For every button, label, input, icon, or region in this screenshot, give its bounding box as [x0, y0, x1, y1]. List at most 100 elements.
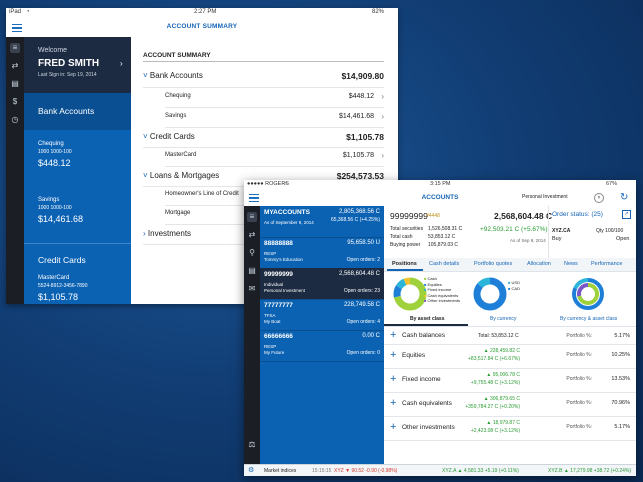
search-icon[interactable]: ⚲ — [247, 248, 257, 258]
holding-row-cash-equivalents[interactable]: + Cash equivalents ▲ 306,879.65 C +359,7… — [384, 393, 636, 417]
bank-accounts-group[interactable]: ˅ Bank Accounts $14,909.80 — [143, 65, 384, 88]
tab-allocation[interactable]: Allocation — [527, 261, 551, 267]
account-row[interactable]: 88888888 95,658.50 U RESP Tommy's Educat… — [260, 237, 384, 269]
chevron-right-icon: › — [381, 151, 384, 160]
tab-cash-details[interactable]: Cash details — [429, 261, 459, 267]
scales-icon[interactable]: ⚖ — [247, 440, 257, 450]
group-label: Credit Cards — [149, 132, 195, 141]
market-value: ▲ 306,879.65 C — [483, 396, 520, 402]
tab-performance[interactable]: Performance — [591, 261, 623, 267]
legend-item: Other investments — [427, 298, 461, 303]
chequing-row[interactable]: Chequing $448.12 › — [165, 88, 384, 108]
as-of-date: As of Sep 9, 2014 — [510, 238, 546, 243]
market-value: ▲ 228,459.82 C — [483, 348, 520, 354]
tab-news[interactable]: News — [564, 261, 578, 267]
chevron-right-icon: › — [381, 92, 384, 101]
holding-row-other-investments[interactable]: + Other investments ▲ 18,979.87 C +2,423… — [384, 417, 636, 441]
account-row[interactable]: 66666666 0.00 C RESP My Future Open orde… — [260, 330, 384, 362]
accounts-icon[interactable]: ≡ — [247, 212, 257, 222]
group-total: $1,105.78 — [346, 132, 384, 142]
value-change: +83,517.84 C (+6.67%) — [468, 356, 520, 362]
selected-chart-indicator — [384, 324, 468, 326]
legend-item: CAD — [511, 285, 520, 291]
status-bar: iPad ◔ 2:27 PM 82% — [6, 8, 398, 18]
row-amount: $14,461.68 — [338, 113, 374, 120]
expand-plus-icon[interactable]: + — [390, 397, 396, 409]
account-number: 88888888 — [264, 240, 293, 247]
chart-icon[interactable]: ▤ — [10, 79, 20, 89]
expand-plus-icon[interactable]: + — [390, 329, 396, 341]
nav-bar: ACCOUNTS Personal Investment ˅ ↻ — [244, 189, 636, 207]
mail-icon[interactable]: ✉ — [247, 284, 257, 294]
expand-icon[interactable]: ↗ — [622, 210, 631, 219]
by-asset-label[interactable]: By asset class — [410, 316, 444, 322]
holding-row-equities[interactable]: + Equities ▲ 228,459.82 C +83,517.84 C (… — [384, 345, 636, 369]
mastercard-number: 5524-8912-3456-7890 — [38, 283, 88, 289]
account-nickname: My Boat — [264, 319, 281, 324]
portfolio-pct: 10.25% — [611, 352, 630, 358]
account-sub: As of September 9, 2014 — [264, 220, 314, 225]
mastercard-row[interactable]: MasterCard $1,105.78 › — [165, 147, 384, 167]
chevron-down-icon: ˅ — [594, 193, 604, 203]
menu-item-bank-accounts[interactable]: Bank Accounts — [24, 93, 131, 130]
tab-positions[interactable]: Positions — [392, 261, 417, 267]
refresh-icon[interactable]: ↻ — [620, 192, 628, 203]
group-label: Loans & Mortgages — [149, 171, 220, 180]
clock-icon[interactable]: ◷ — [10, 115, 20, 125]
legend-item: Cash equivalents — [427, 292, 459, 298]
currency-asset-donut[interactable] — [570, 276, 606, 312]
expand-plus-icon[interactable]: + — [390, 373, 396, 385]
savings-row[interactable]: Savings $14,461.68 › — [165, 108, 384, 128]
mastercard-label: MasterCard — [38, 275, 70, 281]
portfolio-pct: 13.53% — [611, 376, 630, 382]
asset-legend: ■ Cash ■ Equities ■ Fixed income ■ Cash … — [424, 276, 461, 303]
chart-icon[interactable]: ▤ — [247, 266, 257, 276]
chevron-right-icon: › — [381, 112, 384, 121]
account-type: Individual — [264, 282, 284, 287]
cash-balances-row[interactable]: + Cash balances Total: 53,853.12 C Portf… — [384, 328, 636, 345]
transfer-icon[interactable]: ⇄ — [247, 230, 257, 240]
account-nickname: My Future — [264, 350, 285, 355]
order-state: Open — [616, 236, 630, 242]
by-currency-label[interactable]: By currency — [490, 316, 516, 322]
clock: 3:15 PM — [430, 181, 451, 187]
user-name: FRED SMITH — [38, 58, 100, 69]
legend-item: Cash — [427, 276, 437, 281]
welcome-panel[interactable]: Welcome FRED SMITH Last Sign in: Sep 19,… — [24, 37, 131, 93]
holding-row-fixed-income[interactable]: + Fixed income ▲ 95,006.78 C +9,755.48 C… — [384, 369, 636, 393]
tab-portfolio-quotes[interactable]: Portfolio quotes — [474, 261, 512, 267]
row-label: Fixed income — [402, 376, 441, 383]
portfolio-pct: 5.17% — [614, 424, 630, 430]
accounts-icon[interactable]: ≡ — [10, 43, 20, 53]
pay-bills-icon[interactable]: $ — [10, 97, 20, 107]
expand-plus-icon[interactable]: + — [390, 421, 396, 433]
portfolio-pct-label: Portfolio %: — [566, 376, 592, 382]
credit-cards-group[interactable]: ˅ Credit Cards $1,105.78 — [143, 127, 384, 148]
chevron-down-icon: ˅ — [143, 71, 148, 80]
order-side: Buy — [552, 236, 562, 242]
menu-item-credit-cards[interactable]: Credit Cards — [38, 255, 86, 265]
transfer-icon[interactable]: ⇄ — [10, 61, 20, 71]
account-value: 0.00 C — [362, 333, 380, 339]
menu-item-label: Bank Accounts — [38, 106, 95, 116]
investment-select[interactable]: Personal Investment ˅ — [522, 193, 610, 203]
account-row[interactable]: 77777777 228,749.58 C TFSA My Boat Open … — [260, 299, 384, 331]
order-status-link[interactable]: Order status: (25) — [552, 211, 603, 218]
expand-plus-icon[interactable]: + — [390, 349, 396, 361]
account-row[interactable]: MYACCOUNTS 2,805,368.56 C As of Septembe… — [260, 206, 384, 238]
asset-class-donut[interactable] — [392, 276, 428, 312]
chequing-balance: $448.12 — [38, 158, 71, 168]
select-value: Personal Investment — [522, 194, 568, 200]
gear-icon[interactable]: ⚙ — [248, 466, 254, 474]
open-orders: Open orders: 2 — [346, 257, 380, 263]
savings-label: Savings — [38, 197, 60, 203]
ticker-label[interactable]: Market indices — [264, 468, 296, 474]
chevron-right-icon: › — [143, 229, 146, 238]
status-bar: ●●●●● ROGERS ◔ 3:15 PM 67% — [244, 180, 636, 189]
account-row-selected[interactable]: 99999999 2,568,604.48 C Individual Perso… — [260, 268, 384, 300]
icon-rail: ≡ ⇄ ⚲ ▤ ✉ ⚖ — [244, 206, 260, 464]
currency-donut[interactable] — [472, 276, 508, 312]
by-currency-asset-label[interactable]: By currency & asset class — [560, 316, 617, 322]
account-detail: 99999999 #4448 2,568,604.48 C Total secu… — [384, 206, 636, 464]
carrier-label: ●●●●● ROGERS — [247, 181, 289, 187]
